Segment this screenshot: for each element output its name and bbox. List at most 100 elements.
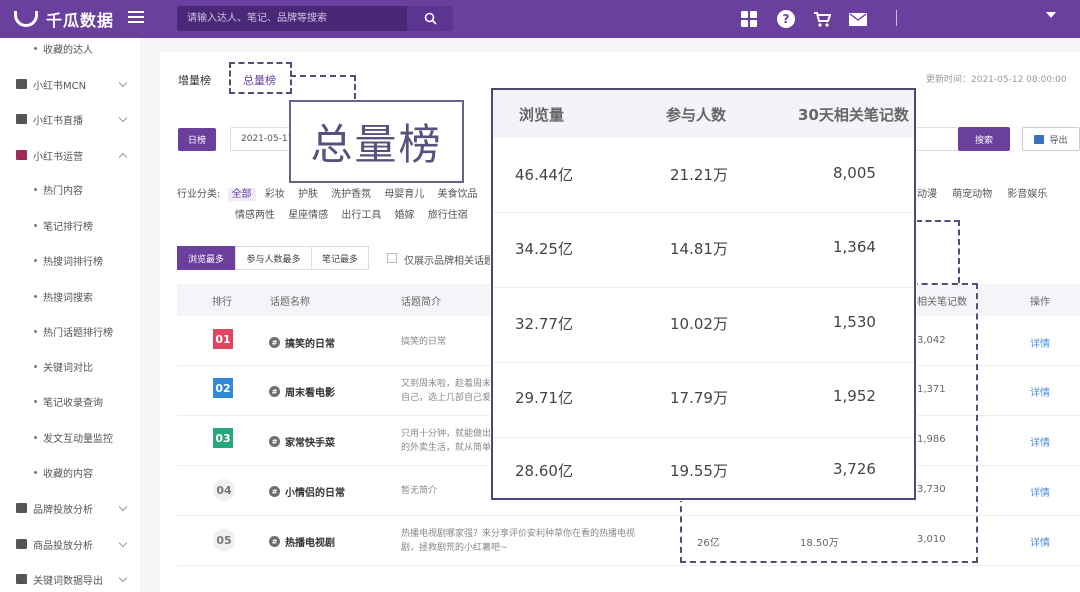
logo[interactable]: 千瓜数据 <box>14 6 114 32</box>
industry-tag[interactable]: 旅行住宿 <box>428 210 468 221</box>
brand-only-checkbox[interactable] <box>387 253 397 263</box>
menu-toggle-icon[interactable] <box>128 11 144 25</box>
hashtag-icon: # <box>269 386 280 397</box>
sidebar-item-label: 商品投放分析 <box>33 540 93 552</box>
industry-tag[interactable]: 出行工具 <box>341 210 381 221</box>
hashtag-icon: # <box>269 337 280 348</box>
sidebar-item-label: 热门话题排行榜 <box>43 327 113 339</box>
topic-name[interactable]: # 小情侣的日常 <box>269 484 345 499</box>
sidebar-group-mcn[interactable]: 小红书MCN <box>0 74 142 94</box>
sidebar-group-keyword-export[interactable]: 关键词数据导出 <box>0 569 142 589</box>
sidebar-group-live[interactable]: 小红书直播 <box>0 109 142 129</box>
sort-most-participants[interactable]: 参与人数最多 <box>235 246 312 270</box>
zoomed-data-overlay: 浏览量 参与人数 30天相关笔记数 46.44亿 21.21万 8,005 34… <box>491 88 916 500</box>
sidebar-group-brand-analysis[interactable]: 品牌投放分析 <box>0 498 142 518</box>
industry-tag[interactable]: 星座情感 <box>288 210 328 221</box>
export-button[interactable]: 导出 <box>1022 127 1080 151</box>
industry-tag[interactable]: 情感两性 <box>235 210 275 221</box>
industry-tag[interactable]: 婚嫁 <box>395 210 415 221</box>
sidebar-group-operations[interactable]: 小红书运营 <box>0 145 142 165</box>
grid-icon[interactable] <box>740 10 758 28</box>
hashtag-icon: # <box>269 536 280 547</box>
bullet-icon <box>34 223 37 227</box>
period-daily-button[interactable]: 日榜 <box>178 128 216 151</box>
sidebar-item-label: 笔记排行榜 <box>43 221 93 233</box>
tab-incremental[interactable]: 增量榜 <box>178 72 211 88</box>
topic-name[interactable]: # 周末看电影 <box>269 384 335 399</box>
sidebar-item-notes-ranking[interactable]: 笔记排行榜 <box>0 215 142 235</box>
export-label: 导出 <box>1049 135 1068 146</box>
sidebar-item-label: 发文互动量监控 <box>43 433 113 445</box>
search-input[interactable] <box>177 6 407 31</box>
sidebar-item-keyword-compare[interactable]: 关键词对比 <box>0 356 142 376</box>
chevron-down-icon <box>118 502 128 512</box>
sidebar-item-favorite-content[interactable]: 收藏的内容 <box>0 462 142 482</box>
industry-tag[interactable]: 护肤 <box>298 189 318 200</box>
sidebar-item-note-indexing[interactable]: 笔记收录查询 <box>0 391 142 411</box>
bullet-icon <box>34 399 37 403</box>
overlay-th-notes30: 30天相关笔记数 <box>798 106 909 124</box>
help-icon[interactable]: ? <box>777 10 795 28</box>
user-caret-icon[interactable] <box>1046 12 1056 18</box>
sidebar-item-label: 收藏的内容 <box>43 468 93 480</box>
bullet-icon <box>34 329 37 333</box>
topic-name[interactable]: # 搞笑的日常 <box>269 335 335 350</box>
sidebar-item-hot-topics-ranking[interactable]: 热门话题排行榜 <box>0 321 142 341</box>
search-button[interactable] <box>407 6 453 31</box>
industry-tag[interactable]: 美食饮品 <box>438 189 478 200</box>
industry-tag[interactable]: 洗护香氛 <box>331 189 371 200</box>
topic-name[interactable]: # 家常快手菜 <box>269 434 335 449</box>
detail-link[interactable]: 详情 <box>1030 534 1050 549</box>
mail-icon[interactable] <box>849 10 867 28</box>
detail-link[interactable]: 详情 <box>1030 384 1050 399</box>
industry-tag[interactable]: 影音娱乐 <box>1007 189 1047 200</box>
detail-link[interactable]: 详情 <box>1030 484 1050 499</box>
sidebar-item-label: 关键词数据导出 <box>33 575 103 587</box>
header-divider <box>896 10 897 26</box>
chart-icon <box>16 79 27 89</box>
industry-tag[interactable]: 母婴育儿 <box>384 189 424 200</box>
sidebar-item-hot-words-search[interactable]: 热搜词搜索 <box>0 286 142 306</box>
cart-icon[interactable] <box>813 10 831 28</box>
logo-mark-icon <box>14 11 38 27</box>
search-submit-button[interactable]: 搜索 <box>958 127 1010 151</box>
topic-intro: 搞笑的日常 <box>401 337 447 347</box>
topic-intro-line1: 又到周末啦，趁着周末 <box>401 379 492 389</box>
overlay-participants: 10.02万 <box>670 315 728 333</box>
topic-name-text: 热播电视剧 <box>285 538 335 549</box>
th-rank: 排行 <box>212 297 232 308</box>
topic-name[interactable]: # 热播电视剧 <box>269 534 335 549</box>
sidebar-item-favorite-creators[interactable]: 收藏的达人 <box>0 38 142 58</box>
operations-icon <box>16 150 27 160</box>
bar-chart-icon <box>16 503 27 513</box>
overlay-th-views: 浏览量 <box>519 106 565 124</box>
brand-only-label: 仅展示品牌相关话题 <box>404 256 490 267</box>
detail-link[interactable]: 详情 <box>1030 434 1050 449</box>
industry-tag[interactable]: 萌宠动物 <box>952 189 992 200</box>
sidebar-item-interaction-monitor[interactable]: 发文互动量监控 <box>0 427 142 447</box>
sidebar-item-hot-content[interactable]: 热门内容 <box>0 179 142 199</box>
sidebar-item-hot-words-ranking[interactable]: 热搜词排行榜 <box>0 250 142 270</box>
hashtag-icon: # <box>269 436 280 447</box>
industry-label: 行业分类: <box>177 189 221 200</box>
sort-most-notes[interactable]: 笔记最多 <box>311 246 369 270</box>
overlay-participants: 21.21万 <box>670 166 728 184</box>
industry-filter-row2: 情感两性 星座情感 出行工具 婚嫁 旅行住宿 <box>235 206 468 221</box>
overlay-connector <box>916 220 960 283</box>
sidebar-group-product-analysis[interactable]: 商品投放分析 <box>0 534 142 554</box>
global-search <box>177 6 453 31</box>
detail-link[interactable]: 详情 <box>1030 335 1050 350</box>
sidebar-item-label: 小红书MCN <box>33 80 87 92</box>
product-icon <box>16 539 27 549</box>
chevron-down-icon <box>118 113 128 123</box>
industry-tag[interactable]: 动漫 <box>917 189 937 200</box>
industry-filter-row1-right: 动漫 萌宠动物 影音娱乐 <box>917 185 1047 200</box>
bullet-icon <box>34 187 37 191</box>
sidebar-item-label: 小红书运营 <box>33 151 83 163</box>
help-glyph: ? <box>777 10 795 28</box>
industry-tag[interactable]: 彩妆 <box>265 189 285 200</box>
tab-highlight-box <box>229 62 292 94</box>
industry-tag-all[interactable]: 全部 <box>227 188 256 201</box>
keyword-input[interactable] <box>916 127 958 151</box>
sort-most-views[interactable]: 浏览最多 <box>177 246 235 270</box>
